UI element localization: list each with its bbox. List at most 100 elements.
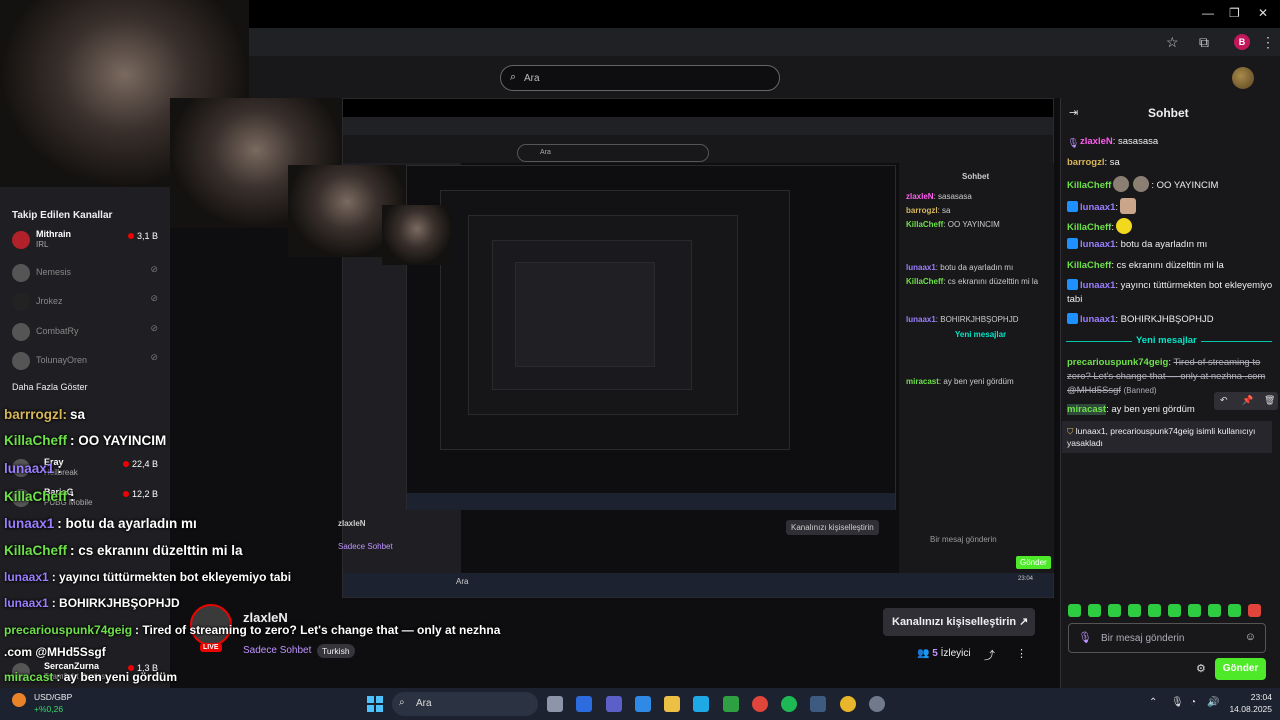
chrome-icon[interactable]: [840, 696, 856, 712]
chat-message-input[interactable]: 🎙 Bir mesaj gönderin ☺: [1068, 623, 1266, 653]
browser-profile-avatar[interactable]: B: [1234, 34, 1250, 50]
ticker-change: +%0,26: [34, 704, 64, 714]
window-minimize-button[interactable]: —: [1202, 6, 1214, 20]
pin-icon[interactable]: 📌: [1242, 395, 1253, 406]
live-badge: LIVE: [200, 643, 222, 652]
obs-icon[interactable]: [869, 696, 885, 712]
nested-chat-line: zlaxleN: sasasasa: [906, 192, 972, 201]
chat-settings-gear-icon[interactable]: ⚙: [1196, 662, 1206, 675]
channel-viewers: 22,4 B: [122, 459, 158, 469]
sidebar-title: Takip Edilen Kanallar: [12, 210, 113, 221]
ban-notice: ⛉ lunaax1, precariouspunk74geig isimli k…: [1062, 421, 1272, 453]
taskbar-search-label: Ara: [416, 698, 432, 709]
live-dot-icon: [122, 491, 129, 497]
send-button[interactable]: Gönder: [1215, 658, 1266, 680]
customize-channel-button[interactable]: Kanalınızı kişiselleştirin ↗: [883, 608, 1035, 636]
show-more-link[interactable]: Daha Fazla Göster: [12, 382, 88, 392]
emote-icon[interactable]: [1088, 604, 1101, 617]
chat-message: 🎙zlaxleN: sasasasa: [1067, 136, 1159, 149]
emote-icon[interactable]: [1188, 604, 1201, 617]
window-maximize-button[interactable]: ❐: [1229, 6, 1240, 20]
nested-chat-line: lunaax1: botu da ayarladın mı: [906, 263, 1014, 272]
tray-chevron-icon[interactable]: ⌃: [1149, 697, 1157, 708]
channel-game: IRL: [36, 240, 49, 249]
steam-icon[interactable]: [810, 696, 826, 712]
spotify-icon[interactable]: [781, 696, 797, 712]
file-explorer-icon[interactable]: [664, 696, 680, 712]
emote-icon[interactable]: [1148, 604, 1161, 617]
sidebar-channel-mithrain[interactable]: Mithrain IRL 3,1 B: [12, 229, 162, 251]
xbox-icon[interactable]: [723, 696, 739, 712]
window-close-button[interactable]: ✕: [1258, 6, 1268, 20]
teams-icon[interactable]: [606, 696, 622, 712]
chat-message: KillaCheff: OO YAYINCIM: [1067, 176, 1273, 193]
chat-input-placeholder: Bir mesaj gönderin: [1101, 633, 1185, 644]
emote-icon[interactable]: [1228, 604, 1241, 617]
sidebar-channel-combatry[interactable]: CombatRy ⊘: [12, 321, 162, 343]
opera-icon[interactable]: [752, 696, 768, 712]
task-view-icon[interactable]: [547, 696, 563, 712]
wifi-icon[interactable]: ◔: [1190, 697, 1196, 708]
search-icon: ⌕: [399, 697, 405, 708]
emote-icon: [1120, 198, 1137, 214]
search-input[interactable]: ⌕ Ara: [500, 65, 780, 91]
extensions-icon[interactable]: ⧉: [1199, 34, 1209, 51]
nested-streamer-name: zlaxleN: [338, 519, 366, 528]
channel-avatar: [12, 231, 30, 249]
sidebar-channel-tolunayoren[interactable]: TolunayOren ⊘: [12, 350, 162, 372]
bookmark-star-icon[interactable]: ☆: [1166, 34, 1179, 51]
windows-start-icon[interactable]: [367, 696, 383, 712]
chat-title: Sohbet: [1148, 106, 1189, 120]
emote-icon[interactable]: [1208, 604, 1221, 617]
undo-icon[interactable]: ↶: [1220, 395, 1228, 406]
taskbar-search[interactable]: ⌕ Ara: [392, 692, 538, 716]
channel-avatar: [12, 323, 30, 341]
chat-message: lunaax1: yayıncı tüttürmekten bot ekleye…: [1067, 279, 1273, 305]
nested-chat-line: lunaax1: BOHIRKJHBŞOPHJD: [906, 315, 1019, 324]
search-placeholder: Ara: [524, 73, 540, 84]
zoom-icon[interactable]: [576, 696, 592, 712]
stream-tag[interactable]: Turkish: [317, 644, 355, 658]
delete-icon[interactable]: 🗑: [1264, 395, 1275, 406]
microphone-icon[interactable]: 🎙: [1171, 697, 1184, 708]
browser-menu-icon[interactable]: ⋮: [1261, 34, 1275, 51]
bits-icon[interactable]: 🎙: [1078, 631, 1092, 644]
ticker-name: USD/GBP: [34, 692, 73, 702]
overlay-chat-line: KillaCheff: cs ekranını düzelttin mi la: [4, 543, 243, 558]
mod-badge-icon: [1067, 279, 1078, 290]
nested-chat-line: barrogzl: sa: [906, 206, 951, 215]
channel-name: Nemesis: [36, 267, 72, 277]
sidebar-channel-nemesis[interactable]: Nemesis ⊘: [12, 262, 162, 284]
stream-category[interactable]: Sadece Sohbet: [243, 645, 311, 656]
channel-name: Jrokez: [36, 296, 63, 306]
sidebar-channel-jrokez[interactable]: Jrokez ⊘: [12, 291, 162, 313]
taskbar-clock-date[interactable]: 14.08.2025: [1220, 704, 1272, 714]
overlay-chat-line: lunaax1: botu da ayarladın mı: [4, 516, 197, 531]
volume-icon[interactable]: 🔊: [1207, 697, 1219, 708]
emote-suggestions[interactable]: [1068, 604, 1274, 618]
widgets-icon[interactable]: [12, 693, 26, 707]
share-icon[interactable]: ⤴: [984, 647, 995, 663]
overlay-chat-line: miracast: ay ben yeni gördüm: [4, 670, 178, 684]
live-dot-icon: [122, 461, 129, 467]
emote-icon[interactable]: [1068, 604, 1081, 617]
more-options-icon[interactable]: ⋮: [1016, 647, 1027, 660]
offline-icon: ⊘: [150, 264, 158, 274]
emote-icon[interactable]: [1248, 604, 1261, 617]
emote-icon[interactable]: [1128, 604, 1141, 617]
nested-send-button: Gönder: [1016, 556, 1051, 569]
channel-name: CombatRy: [36, 326, 79, 336]
taskbar-clock-time[interactable]: 23:04: [1220, 692, 1272, 702]
emote-picker-icon[interactable]: ☺: [1245, 631, 1256, 643]
edge-icon[interactable]: [693, 696, 709, 712]
collapse-chat-icon[interactable]: ⇥: [1069, 106, 1078, 119]
user-avatar[interactable]: [1232, 67, 1254, 89]
overlay-chat-line: .com @MHd5Ssgf: [4, 645, 106, 659]
new-messages-label: Yeni mesajlar: [1132, 335, 1201, 346]
mod-badge-icon: [1067, 201, 1078, 212]
copilot-icon[interactable]: [635, 696, 651, 712]
emote-icon[interactable]: [1108, 604, 1121, 617]
emote-icon[interactable]: [1168, 604, 1181, 617]
mic-badge-icon: 🎙: [1067, 138, 1080, 149]
chat-message: lunaax1: botu da ayarladın mı: [1067, 238, 1273, 252]
